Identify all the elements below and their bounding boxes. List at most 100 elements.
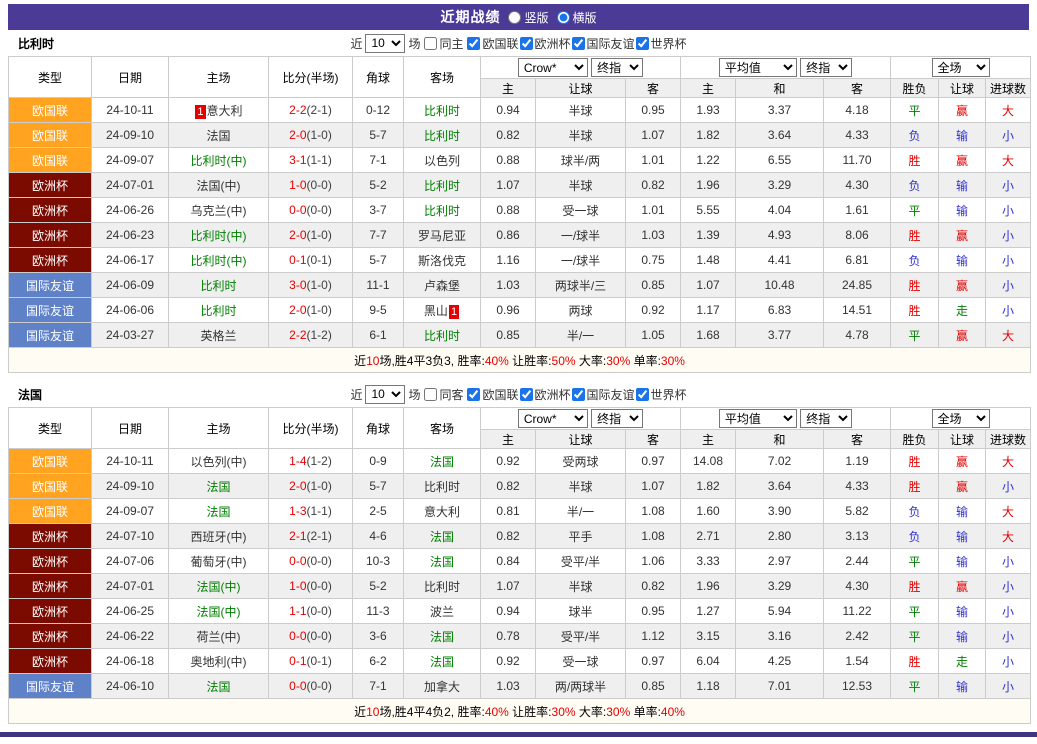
cell-avg-away: 2.44 [824,549,891,574]
cell-result-winloss: 胜 [891,649,939,674]
cell-home-team: 西班牙(中) [169,524,269,549]
cell-result-winloss: 胜 [891,449,939,474]
league-filter[interactable]: 欧国联 [466,35,518,52]
col-home: 主场 [169,408,269,449]
same-venue-checkbox[interactable] [424,388,437,401]
summary-segment: 30% [552,705,576,719]
cell-result-handicap: 输 [939,549,986,574]
full-match-select[interactable]: 全场 [932,409,990,428]
final-odds-select-2[interactable]: 终指 [800,58,852,77]
cell-avg-away: 4.30 [824,574,891,599]
cell-score: 0-1(0-1) [269,649,353,674]
cell-score: 0-0(0-0) [269,549,353,574]
cell-home-team: 比利时 [169,298,269,323]
col-winloss: 胜负 [891,430,939,449]
match-count-select[interactable]: 10 [365,34,405,53]
cell-result-winloss: 负 [891,173,939,198]
same-venue-checkbox[interactable] [424,37,437,50]
league-filter[interactable]: 国际友谊 [571,386,635,403]
league-filter[interactable]: 世界杯 [635,35,687,52]
league-filter[interactable]: 欧洲杯 [519,35,571,52]
cell-odds-handicap-line: 半/一 [536,323,626,348]
cell-home-team: 荷兰(中) [169,624,269,649]
summary-segment: 近 [354,354,366,368]
league-filter[interactable]: 国际友谊 [571,35,635,52]
same-venue-filter[interactable]: 同主 [423,35,463,52]
league-checkbox[interactable] [520,37,533,50]
league-checkbox[interactable] [467,388,480,401]
league-filter[interactable]: 欧洲杯 [519,386,571,403]
cell-away-team: 比利时 [404,198,481,223]
layout-radio-vertical[interactable]: 竖版 [508,9,548,26]
page-header-bar: 近期战绩 竖版 横版 [8,4,1029,30]
cell-date: 24-09-07 [92,148,169,173]
cell-odds-handicap-line: 受一球 [536,649,626,674]
cell-away-team: 加拿大 [404,674,481,699]
cell-date: 24-06-22 [92,624,169,649]
cell-corners: 5-7 [353,248,404,273]
cell-avg-draw: 4.25 [736,649,824,674]
cell-odds-home: 0.94 [481,98,536,123]
full-match-select[interactable]: 全场 [932,58,990,77]
final-odds-select-2[interactable]: 终指 [800,409,852,428]
cell-odds-home: 0.82 [481,524,536,549]
team-name: 比利时 [424,179,460,193]
cell-result-winloss: 平 [891,98,939,123]
cell-odds-home: 0.88 [481,148,536,173]
league-checkbox[interactable] [520,388,533,401]
league-filter[interactable]: 欧国联 [466,386,518,403]
cell-corners: 0-12 [353,98,404,123]
cell-avg-draw: 4.04 [736,198,824,223]
cell-away-team: 法国 [404,524,481,549]
near-label: 近 [350,386,362,403]
average-odds-select[interactable]: 平均值 [719,58,797,77]
section-team-name: 法国 [18,386,42,403]
fulltime-score: 2-1 [289,529,306,543]
cell-odds-handicap-line: 一/球半 [536,223,626,248]
cell-league-type: 欧国联 [9,474,92,499]
team-name: 以色列 [424,154,460,168]
cell-away-team: 比利时 [404,98,481,123]
crow-odds-select[interactable]: Crow* [518,409,588,428]
cell-result-handicap: 输 [939,524,986,549]
cell-score: 2-0(1-0) [269,298,353,323]
final-odds-select[interactable]: 终指 [591,409,643,428]
cell-avg-home: 1.60 [681,499,736,524]
cell-league-type: 欧洲杯 [9,574,92,599]
col-odds-away: 客 [626,430,681,449]
crow-odds-select[interactable]: Crow* [518,58,588,77]
cell-avg-away: 8.06 [824,223,891,248]
team-name: 以色列(中) [191,455,247,469]
league-checkbox[interactable] [467,37,480,50]
league-checkbox[interactable] [572,37,585,50]
vertical-radio[interactable] [508,11,521,24]
cell-home-team: 法国 [169,499,269,524]
league-checkbox[interactable] [636,388,649,401]
table-row: 国际友谊24-03-27英格兰2-2(1-2)6-1比利时0.85半/一1.05… [9,323,1031,348]
league-filter[interactable]: 世界杯 [635,386,687,403]
cell-odds-handicap-line: 受两球 [536,449,626,474]
cell-away-team: 法国 [404,449,481,474]
col-odds-home: 主 [481,430,536,449]
horizontal-radio[interactable] [557,11,570,24]
cell-avg-away: 24.85 [824,273,891,298]
league-checkbox[interactable] [572,388,585,401]
layout-radio-horizontal[interactable]: 横版 [557,9,597,26]
match-count-select[interactable]: 10 [365,385,405,404]
same-venue-filter[interactable]: 同客 [423,386,463,403]
league-checkbox[interactable] [636,37,649,50]
cell-result-goals: 小 [986,649,1031,674]
cell-avg-home: 1.93 [681,98,736,123]
same-venue-label: 同客 [439,386,463,403]
cell-league-type: 国际友谊 [9,298,92,323]
cell-date: 24-06-23 [92,223,169,248]
average-odds-select[interactable]: 平均值 [719,409,797,428]
cell-score: 2-2(1-2) [269,323,353,348]
cell-away-team: 比利时 [404,173,481,198]
cell-avg-draw: 5.94 [736,599,824,624]
final-odds-select[interactable]: 终指 [591,58,643,77]
halftime-score: (0-0) [307,629,332,643]
col-corner: 角球 [353,408,404,449]
cell-odds-away: 0.85 [626,674,681,699]
cell-odds-away: 0.82 [626,574,681,599]
